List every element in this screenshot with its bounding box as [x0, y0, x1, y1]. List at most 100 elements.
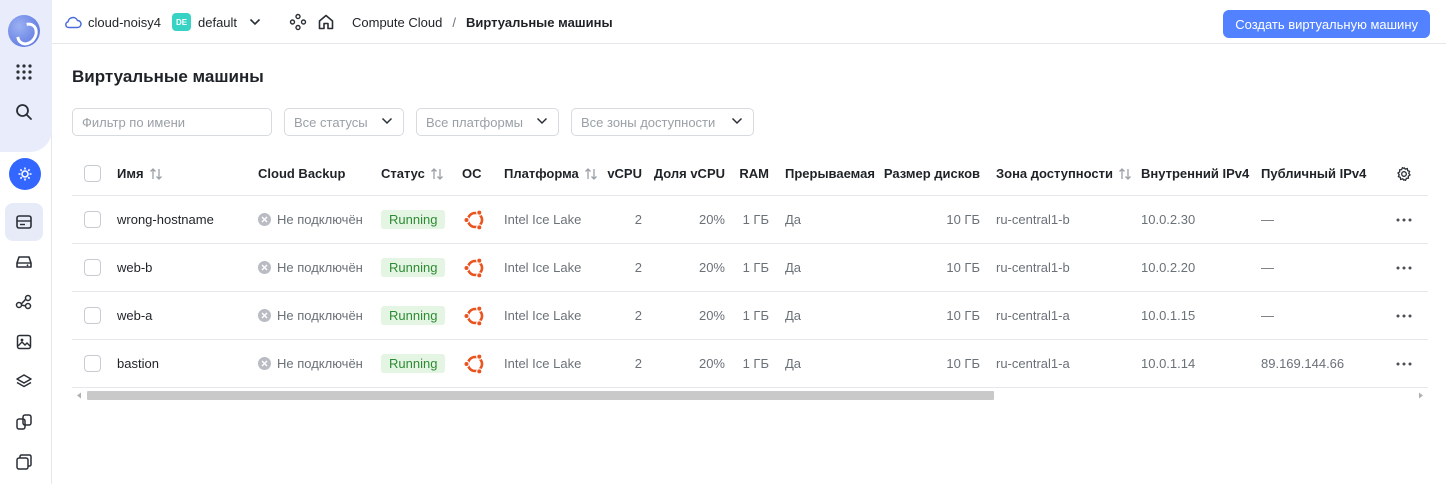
sort-icon [149, 167, 162, 180]
search-icon[interactable] [5, 93, 43, 131]
compute-cloud-service-icon[interactable] [9, 158, 41, 190]
more-actions-icon[interactable] [1396, 340, 1412, 387]
service-map-icon[interactable] [289, 0, 307, 44]
platform: Intel Ice Lake [504, 260, 582, 275]
backup-status: Не подключён [258, 292, 363, 339]
more-actions-icon[interactable] [1396, 244, 1412, 291]
breadcrumb: Compute Cloud / Виртуальные машины [352, 0, 613, 44]
preemptible: Да [785, 260, 802, 275]
scrollbar-thumb[interactable] [87, 391, 994, 400]
snapshots-nav-icon[interactable] [5, 363, 43, 401]
status-badge: Running [381, 258, 446, 277]
sort-icon [1119, 167, 1131, 180]
status-filter-select[interactable]: Все статусы [284, 108, 404, 136]
vm-name[interactable]: bastion [117, 340, 159, 387]
platform: Intel Ice Lake [504, 356, 582, 371]
col-zone-header[interactable]: Зона доступности [996, 152, 1132, 195]
placement-groups-nav-icon[interactable] [5, 403, 43, 441]
backup-status: Не подключён [258, 340, 363, 387]
preemptible: Да [785, 308, 802, 323]
cloud-logo-icon[interactable] [8, 15, 40, 47]
select-all-checkbox[interactable] [84, 152, 101, 195]
file-storages-nav-icon[interactable] [5, 443, 43, 481]
virtual-machines-nav-icon[interactable] [5, 203, 43, 241]
sort-icon [430, 167, 443, 180]
row-checkbox[interactable] [84, 196, 101, 243]
col-platform-header[interactable]: Платформа [504, 152, 598, 195]
disks-nav-icon[interactable] [5, 243, 43, 281]
ram: 1 ГБ [742, 308, 769, 323]
breadcrumb-service[interactable]: Compute Cloud [352, 15, 442, 30]
table-settings-gear-icon[interactable] [1396, 152, 1412, 195]
create-vm-button[interactable]: Создать виртуальную машину [1223, 10, 1430, 38]
vm-name[interactable]: web-b [117, 244, 152, 291]
more-actions-icon[interactable] [1396, 196, 1412, 243]
backup-status-label: Не подключён [277, 212, 363, 227]
vcpu-share: 20% [698, 308, 725, 323]
vcpu-share: 20% [698, 260, 725, 275]
page-title: Виртуальные машины [72, 67, 264, 86]
ipv4-internal: 10.0.2.30 [1141, 212, 1196, 227]
scroll-right-arrow-icon[interactable] [1418, 392, 1424, 399]
row-checkbox[interactable] [84, 292, 101, 339]
status-filter-value: Все статусы [294, 114, 368, 130]
home-icon[interactable] [317, 0, 335, 44]
ipv4-internal: 10.0.1.15 [1141, 308, 1196, 323]
disconnected-icon [258, 309, 271, 322]
cloud-name: cloud-noisy4 [88, 14, 161, 30]
col-name-header[interactable]: Имя [117, 152, 163, 195]
images-nav-icon[interactable] [5, 323, 43, 361]
row-checkbox[interactable] [84, 244, 101, 291]
cloud-selector[interactable]: cloud-noisy4 [64, 0, 161, 44]
chevron-down-icon [731, 117, 743, 125]
status-badge: Running [381, 306, 446, 325]
status-cell: Running [381, 244, 446, 291]
status-cell: Running [381, 292, 446, 339]
ubuntu-icon [463, 292, 487, 339]
zone-filter-value: Все зоны доступности [581, 114, 716, 130]
platform: Intel Ice Lake [504, 212, 582, 227]
ipv4-public: — [1261, 212, 1274, 227]
vm-name[interactable]: web-a [117, 292, 152, 339]
folder-selector[interactable]: DE default [172, 0, 261, 44]
disk-size: 10 ГБ [946, 212, 980, 227]
sort-icon [584, 167, 597, 180]
instance-groups-nav-icon[interactable] [5, 283, 43, 321]
platform-filter-select[interactable]: Все платформы [416, 108, 559, 136]
status-cell: Running [381, 196, 446, 243]
preemptible: Да [785, 356, 802, 371]
table-row[interactable]: web-b Не подключён Running Intel Ice Lak… [72, 244, 1428, 292]
table-row[interactable]: wrong-hostname Не подключён Running Inte… [72, 196, 1428, 244]
table-row[interactable]: web-a Не подключён Running Intel Ice Lak… [72, 292, 1428, 340]
ram: 1 ГБ [742, 356, 769, 371]
scroll-left-arrow-icon[interactable] [76, 392, 82, 399]
ipv4-public: — [1261, 260, 1274, 275]
preemptible: Да [785, 212, 802, 227]
zone: ru-central1-a [996, 308, 1070, 323]
col-status-header[interactable]: Статус [381, 152, 444, 195]
col-zone-label: Зона доступности [996, 166, 1114, 181]
more-actions-icon[interactable] [1396, 292, 1412, 339]
vcpu: 2 [634, 356, 642, 371]
zone: ru-central1-a [996, 356, 1070, 371]
chevron-down-icon [249, 18, 261, 26]
vm-name[interactable]: wrong-hostname [117, 196, 214, 243]
backup-status: Не подключён [258, 244, 363, 291]
folder-badge: DE [172, 13, 191, 31]
backup-status-label: Не подключён [277, 260, 363, 275]
col-ipv4-internal-header: Внутренний IPv4 [1141, 166, 1250, 181]
horizontal-scrollbar[interactable] [72, 389, 1428, 401]
table-row[interactable]: bastion Не подключён Running Intel Ice L… [72, 340, 1428, 388]
col-status-label: Статус [381, 166, 425, 181]
table-header-row: Имя Cloud Backup Статус ОС Платформа vCP… [72, 152, 1428, 196]
backup-status-label: Не подключён [277, 308, 363, 323]
name-filter-input[interactable]: Фильтр по имени [72, 108, 272, 136]
row-checkbox[interactable] [84, 340, 101, 387]
col-preemptible-header: Прерываемая [785, 166, 875, 181]
top-header: cloud-noisy4 DE default Compute Cloud / … [52, 0, 1446, 44]
zone-filter-select[interactable]: Все зоны доступности [571, 108, 754, 136]
status-cell: Running [381, 340, 446, 387]
col-platform-label: Платформа [504, 166, 579, 181]
zone: ru-central1-b [996, 260, 1070, 275]
services-grid-icon[interactable] [5, 53, 43, 91]
